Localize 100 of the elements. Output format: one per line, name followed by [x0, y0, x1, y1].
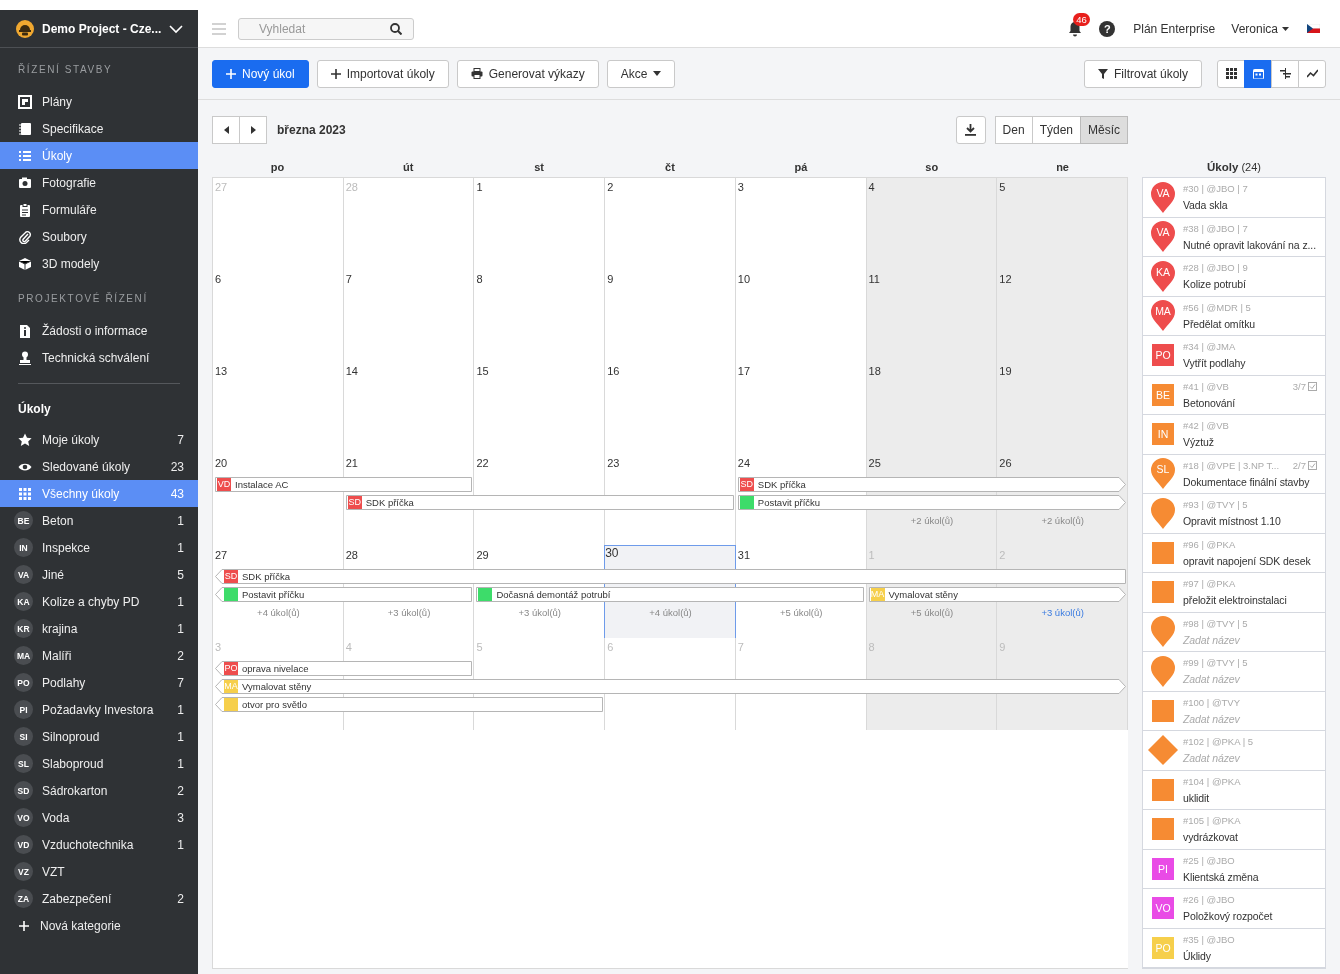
- nav-item[interactable]: Žádosti o informace: [0, 317, 198, 344]
- task-item[interactable]: BE #41 | @VB 3/7 Betonování: [1143, 375, 1325, 415]
- category-item[interactable]: KR krajina 1: [0, 615, 198, 642]
- event-title: Postavit příčku: [757, 496, 821, 508]
- category-item[interactable]: IN Inspekce 1: [0, 534, 198, 561]
- toolbar-button[interactable]: Importovat úkoly: [316, 59, 449, 88]
- filter-button[interactable]: Filtrovat úkoly: [1083, 59, 1202, 88]
- plan-link[interactable]: Plán Enterprise: [1133, 21, 1216, 36]
- category-badge: ZA: [14, 889, 33, 908]
- category-item[interactable]: SI Silnoproud 1: [0, 723, 198, 750]
- filter-item[interactable]: Sledované úkoly 23: [0, 453, 198, 480]
- task-item[interactable]: KA #28 | @JBO | 9 Kolize potrubí: [1143, 257, 1325, 297]
- help-button[interactable]: ?: [1099, 20, 1116, 37]
- more-link[interactable]: +4 úkol(ů): [257, 606, 300, 618]
- task-title: Úklidy: [1183, 949, 1212, 962]
- view-button[interactable]: [1217, 59, 1245, 88]
- caret-right-icon: [250, 126, 256, 134]
- search-field[interactable]: Vyhledat: [238, 17, 414, 40]
- task-item[interactable]: MA #56 | @MDR | 5 Předělat omítku: [1143, 296, 1325, 336]
- view-button[interactable]: [1271, 59, 1299, 88]
- category-item[interactable]: PI Požadavky Investora 1: [0, 696, 198, 723]
- nav-item[interactable]: Fotografie: [0, 169, 198, 196]
- event-title: Vymalovat stěny: [242, 680, 312, 692]
- task-item[interactable]: #105 | @PKA vydrázkovat: [1143, 810, 1325, 850]
- task-item[interactable]: VO #26 | @JBO Položkový rozpočet: [1143, 889, 1325, 929]
- item-count: 1: [177, 540, 184, 555]
- category-item[interactable]: BE Beton 1: [0, 507, 198, 534]
- task-item[interactable]: VA #30 | @JBO | 7 Vada skla: [1143, 178, 1325, 218]
- category-item[interactable]: KA Kolize a chyby PD 1: [0, 588, 198, 615]
- task-item[interactable]: #97 | @PKA přeložit elektroinstalaci: [1143, 573, 1325, 613]
- view-mode-tab[interactable]: Měsíc: [1080, 116, 1128, 144]
- day-number: 3: [215, 641, 222, 653]
- item-count: 1: [177, 702, 184, 717]
- category-badge: PI: [14, 700, 33, 719]
- category-badge: KR: [14, 619, 33, 638]
- weekday-label: út: [402, 161, 415, 173]
- section-heading: PROJEKTOVÉ ŘÍZENÍ: [17, 291, 149, 306]
- task-item[interactable]: PO #34 | @JMA Vytřít podlahy: [1143, 336, 1325, 376]
- task-item[interactable]: #104 | @PKA uklidit: [1143, 770, 1325, 810]
- task-meta: #25 | @JBO: [1183, 854, 1236, 866]
- task-title: Předělat omítku: [1183, 317, 1257, 330]
- download-button[interactable]: [955, 116, 986, 144]
- category-item[interactable]: VA Jiné 5: [0, 561, 198, 588]
- user-menu[interactable]: Veronica: [1231, 21, 1289, 36]
- event-title: oprava nivelace: [242, 662, 309, 674]
- task-meta: #96 | @PKA: [1183, 538, 1237, 550]
- task-item[interactable]: PO #35 | @JBO Úklidy: [1143, 928, 1325, 968]
- task-item[interactable]: #93 | @TVY | 5 Opravit místnost 1.10: [1143, 494, 1325, 534]
- nav-item[interactable]: Technická schválení: [0, 344, 198, 371]
- add-category-item[interactable]: Nová kategorie: [0, 912, 198, 939]
- item-count: 1: [177, 729, 184, 744]
- task-meta: #28 | @JBO | 9: [1183, 262, 1249, 274]
- dropdown-button[interactable]: Akce: [606, 59, 676, 88]
- more-link[interactable]: +3 úkol(ů): [1041, 606, 1084, 618]
- task-meta: #105 | @PKA: [1183, 815, 1242, 827]
- caret-icon: [1282, 26, 1289, 31]
- category-item[interactable]: VO Voda 3: [0, 804, 198, 831]
- previous-button[interactable]: [212, 116, 240, 144]
- next-button[interactable]: [239, 116, 267, 144]
- filter-item[interactable]: Moje úkoly 7: [0, 426, 198, 453]
- category-badge: VZ: [14, 862, 33, 881]
- task-item[interactable]: #96 | @PKA opravit napojení SDK desek: [1143, 533, 1325, 573]
- toolbar-button[interactable]: Nový úkol: [212, 59, 309, 88]
- event-title: SDK příčka: [242, 570, 291, 582]
- nav-item[interactable]: Plány: [0, 88, 198, 115]
- category-marker: BE: [1152, 383, 1174, 406]
- task-item[interactable]: SL #18 | @VPE | 3.NP T... 2/7 Dokumentace finální stavby: [1143, 454, 1325, 494]
- nav-item[interactable]: Soubory: [0, 223, 198, 250]
- chevron-down-icon[interactable]: [169, 23, 184, 34]
- task-item[interactable]: IN #42 | @VB Výztuž: [1143, 415, 1325, 455]
- more-link[interactable]: +3 úkol(ů): [387, 606, 431, 618]
- category-item[interactable]: SL Slaboproud 1: [0, 750, 198, 777]
- view-mode-tab[interactable]: Týden: [1031, 116, 1081, 144]
- view-button[interactable]: [1298, 59, 1326, 88]
- nav-item[interactable]: 3D modely: [0, 250, 198, 277]
- event-title: Vymalovat stěny: [888, 588, 958, 600]
- nav-item[interactable]: Specifikace: [0, 115, 198, 142]
- nav-item[interactable]: Formuláře: [0, 196, 198, 223]
- task-item[interactable]: VA #38 | @JBO | 7 Nutné opravit lakování na z...: [1143, 217, 1325, 257]
- project-name: Demo Project - Cze...: [42, 21, 162, 36]
- category-item[interactable]: SD Sádrokarton 2: [0, 777, 198, 804]
- task-meta: #41 | @VB: [1183, 380, 1230, 392]
- more-link[interactable]: +5 úkol(ů): [779, 606, 823, 618]
- event-title: Instalace AC: [235, 478, 289, 490]
- task-title: Betonování: [1183, 396, 1237, 409]
- view-mode-tab[interactable]: Den: [994, 116, 1033, 144]
- task-item[interactable]: PI #25 | @JBO Klientská změna: [1143, 849, 1325, 889]
- toolbar-button[interactable]: Generovat výkazy: [456, 59, 599, 88]
- task-meta: #42 | @VB: [1183, 420, 1230, 432]
- day-number: 3: [737, 181, 744, 193]
- category-item[interactable]: PO Podlahy 7: [0, 669, 198, 696]
- category-marker: VO: [1152, 897, 1174, 920]
- task-meta: #26 | @JBO: [1183, 894, 1236, 906]
- more-link[interactable]: +3 úkol(ů): [518, 606, 562, 618]
- category-item[interactable]: ZA Zabezpečení 2: [0, 885, 198, 912]
- category-item[interactable]: MA Malíři 2: [0, 642, 198, 669]
- item-count: 3: [177, 810, 184, 825]
- category-item[interactable]: VZ VZT: [0, 858, 198, 885]
- category-badge: BE: [14, 511, 33, 530]
- category-item[interactable]: VD Vzduchotechnika 1: [0, 831, 198, 858]
